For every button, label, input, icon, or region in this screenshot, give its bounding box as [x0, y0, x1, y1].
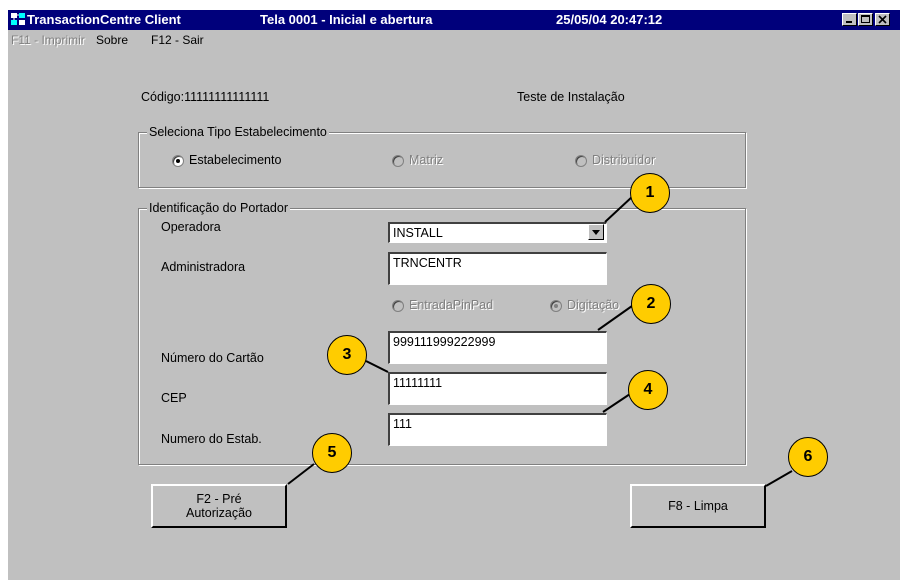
title-bar[interactable]: TransactionCentre Client Tela 0001 - Ini…	[8, 10, 900, 30]
menu-about[interactable]: Sobre	[96, 33, 128, 47]
operadora-value: INSTALL	[393, 226, 443, 240]
maximize-icon[interactable]	[858, 13, 873, 26]
app-window: TransactionCentre Client Tela 0001 - Ini…	[8, 10, 900, 580]
administradora-value: TRNCENTR	[393, 256, 462, 270]
radio-entrada-pinpad[interactable]	[392, 300, 404, 312]
operadora-label: Operadora	[161, 220, 221, 234]
mode-label: Teste de Instalação	[517, 90, 625, 104]
cep-field[interactable]: 11111111	[388, 372, 607, 405]
radio-digitacao-label[interactable]: Digitação	[567, 298, 619, 312]
portador-legend: Identificação do Portador	[147, 201, 290, 215]
callout-4: 4	[628, 370, 668, 410]
callout-5: 5	[312, 433, 352, 473]
clear-button[interactable]: F8 - Limpa	[630, 484, 766, 528]
pre-authorization-button[interactable]: F2 - Pré Autorização	[151, 484, 287, 528]
menu-exit[interactable]: F12 - Sair	[151, 33, 204, 47]
callout-1: 1	[630, 173, 670, 213]
estab-number-label: Numero do Estab.	[161, 432, 262, 446]
installation-code: Código:11111111111111	[141, 90, 270, 104]
callout-3: 3	[327, 335, 367, 375]
radio-matriz[interactable]	[392, 155, 404, 167]
radio-distribuidor-label[interactable]: Distribuidor	[592, 153, 655, 167]
pre-authorization-label-1: F2 - Pré	[196, 492, 242, 506]
administradora-label: Administradora	[161, 260, 246, 274]
app-icon	[11, 13, 25, 25]
clear-button-label: F8 - Limpa	[668, 499, 728, 513]
radio-estabelecimento-label[interactable]: Estabelecimento	[189, 153, 281, 167]
radio-distribuidor[interactable]	[575, 155, 587, 167]
radio-digitacao[interactable]	[550, 300, 562, 312]
pre-authorization-label-2: Autorização	[185, 506, 252, 520]
window-title-datetime: 25/05/04 20:47:12	[556, 12, 663, 27]
card-number-label: Número do Cartão	[161, 351, 264, 365]
chevron-down-icon[interactable]	[588, 224, 604, 240]
menu-print[interactable]: F11 - Imprimir	[11, 33, 85, 47]
callout-6: 6	[788, 437, 828, 477]
cep-label: CEP	[161, 391, 187, 405]
radio-estabelecimento[interactable]	[172, 155, 184, 167]
minimize-icon[interactable]	[842, 13, 857, 26]
card-number-value: 999111999222999	[393, 335, 496, 349]
card-number-field[interactable]: 999111999222999	[388, 331, 607, 364]
tipo-estabelecimento-legend: Seleciona Tipo Estabelecimento	[147, 125, 329, 139]
close-icon[interactable]	[875, 13, 890, 26]
menu-bar: F11 - Imprimir Sobre F12 - Sair	[8, 30, 900, 49]
radio-matriz-label[interactable]: Matriz	[409, 153, 443, 167]
operadora-select[interactable]: INSTALL	[388, 222, 607, 243]
cep-value: 11111111	[393, 376, 443, 390]
window-title-screen: Tela 0001 - Inicial e abertura	[260, 12, 433, 27]
administradora-field[interactable]: TRNCENTR	[388, 252, 607, 285]
estab-number-field[interactable]: 111	[388, 413, 607, 446]
estab-number-value: 111	[393, 417, 413, 431]
radio-entrada-pinpad-label[interactable]: EntradaPinPad	[409, 298, 493, 312]
window-title-app: TransactionCentre Client	[27, 12, 181, 27]
callout-2: 2	[631, 284, 671, 324]
